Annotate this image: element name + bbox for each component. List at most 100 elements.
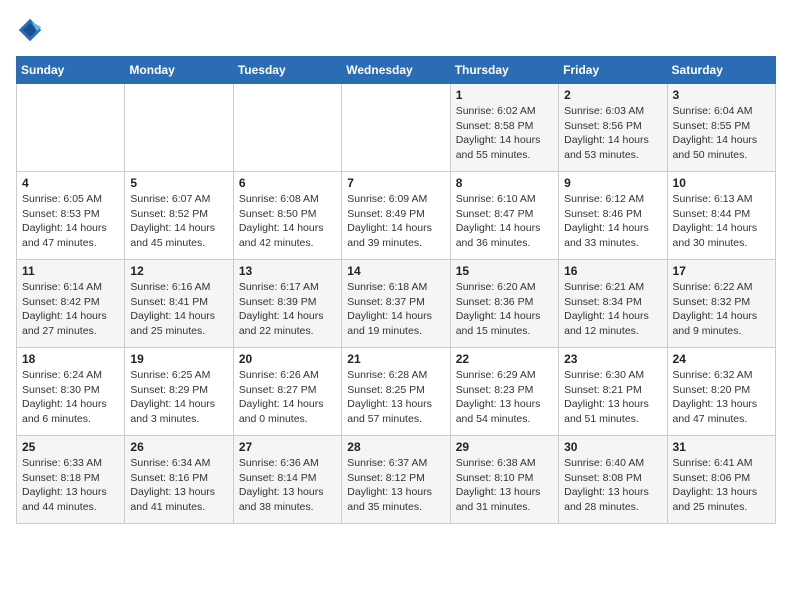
weekday-header: Tuesday [233,57,341,84]
day-number: 15 [456,264,553,278]
weekday-header: Friday [559,57,667,84]
calendar-cell: 18 Sunrise: 6:24 AM Sunset: 8:30 PM Dayli… [17,348,125,436]
day-info: Sunrise: 6:09 AM Sunset: 8:49 PM Dayligh… [347,192,444,251]
day-info: Sunrise: 6:16 AM Sunset: 8:41 PM Dayligh… [130,280,227,339]
calendar-cell: 9Sunrise: 6:12 AM Sunset: 8:46 PM Daylig… [559,172,667,260]
calendar-cell: 5 Sunrise: 6:07 AM Sunset: 8:52 PM Daylig… [125,172,233,260]
day-number: 2 [564,88,661,102]
day-number: 26 [130,440,227,454]
weekday-header: Saturday [667,57,775,84]
day-number: 30 [564,440,661,454]
day-info: Sunrise: 6:14 AM Sunset: 8:42 PM Dayligh… [22,280,119,339]
header [16,16,776,44]
calendar-body: 1 Sunrise: 6:02 AM Sunset: 8:58 PM Daylig… [17,84,776,524]
day-number: 28 [347,440,444,454]
calendar-cell: 22 Sunrise: 6:29 AM Sunset: 8:23 PM Dayli… [450,348,558,436]
calendar-cell: 6Sunrise: 6:08 AM Sunset: 8:50 PM Daylig… [233,172,341,260]
weekday-header: Sunday [17,57,125,84]
calendar-cell [233,84,341,172]
calendar-cell: 24Sunrise: 6:32 AM Sunset: 8:20 PM Dayli… [667,348,775,436]
calendar-week-row: 1 Sunrise: 6:02 AM Sunset: 8:58 PM Daylig… [17,84,776,172]
day-info: Sunrise: 6:20 AM Sunset: 8:36 PM Dayligh… [456,280,553,339]
day-info: Sunrise: 6:17 AM Sunset: 8:39 PM Dayligh… [239,280,336,339]
calendar-cell: 16 Sunrise: 6:21 AM Sunset: 8:34 PM Dayli… [559,260,667,348]
day-number: 6 [239,176,336,190]
calendar-week-row: 4Sunrise: 6:05 AM Sunset: 8:53 PM Daylig… [17,172,776,260]
calendar-cell: 7 Sunrise: 6:09 AM Sunset: 8:49 PM Daylig… [342,172,450,260]
day-info: Sunrise: 6:30 AM Sunset: 8:21 PM Dayligh… [564,368,661,427]
day-number: 11 [22,264,119,278]
day-number: 22 [456,352,553,366]
calendar-cell [17,84,125,172]
calendar-cell [125,84,233,172]
calendar-cell: 23 Sunrise: 6:30 AM Sunset: 8:21 PM Dayli… [559,348,667,436]
day-info: Sunrise: 6:29 AM Sunset: 8:23 PM Dayligh… [456,368,553,427]
day-number: 3 [673,88,770,102]
day-number: 23 [564,352,661,366]
calendar-cell: 20Sunrise: 6:26 AM Sunset: 8:27 PM Dayli… [233,348,341,436]
calendar-table: SundayMondayTuesdayWednesdayThursdayFrid… [16,56,776,524]
day-number: 7 [347,176,444,190]
day-info: Sunrise: 6:37 AM Sunset: 8:12 PM Dayligh… [347,456,444,515]
day-info: Sunrise: 6:02 AM Sunset: 8:58 PM Dayligh… [456,104,553,163]
day-number: 1 [456,88,553,102]
day-number: 13 [239,264,336,278]
day-info: Sunrise: 6:05 AM Sunset: 8:53 PM Dayligh… [22,192,119,251]
day-number: 21 [347,352,444,366]
day-number: 29 [456,440,553,454]
weekday-header: Monday [125,57,233,84]
calendar-cell: 14Sunrise: 6:18 AM Sunset: 8:37 PM Dayli… [342,260,450,348]
calendar-cell: 1 Sunrise: 6:02 AM Sunset: 8:58 PM Daylig… [450,84,558,172]
day-info: Sunrise: 6:12 AM Sunset: 8:46 PM Dayligh… [564,192,661,251]
day-info: Sunrise: 6:41 AM Sunset: 8:06 PM Dayligh… [673,456,770,515]
calendar-cell: 27Sunrise: 6:36 AM Sunset: 8:14 PM Dayli… [233,436,341,524]
weekday-header: Wednesday [342,57,450,84]
day-info: Sunrise: 6:22 AM Sunset: 8:32 PM Dayligh… [673,280,770,339]
day-number: 5 [130,176,227,190]
weekday-header: Thursday [450,57,558,84]
day-info: Sunrise: 6:13 AM Sunset: 8:44 PM Dayligh… [673,192,770,251]
calendar-cell: 12 Sunrise: 6:16 AM Sunset: 8:41 PM Dayli… [125,260,233,348]
day-info: Sunrise: 6:24 AM Sunset: 8:30 PM Dayligh… [22,368,119,427]
day-info: Sunrise: 6:26 AM Sunset: 8:27 PM Dayligh… [239,368,336,427]
day-info: Sunrise: 6:34 AM Sunset: 8:16 PM Dayligh… [130,456,227,515]
day-number: 18 [22,352,119,366]
calendar-week-row: 18 Sunrise: 6:24 AM Sunset: 8:30 PM Dayli… [17,348,776,436]
calendar-cell: 11 Sunrise: 6:14 AM Sunset: 8:42 PM Dayli… [17,260,125,348]
day-info: Sunrise: 6:07 AM Sunset: 8:52 PM Dayligh… [130,192,227,251]
calendar-week-row: 11 Sunrise: 6:14 AM Sunset: 8:42 PM Dayli… [17,260,776,348]
calendar-week-row: 25 Sunrise: 6:33 AM Sunset: 8:18 PM Dayli… [17,436,776,524]
day-number: 25 [22,440,119,454]
logo-icon [16,16,44,44]
day-info: Sunrise: 6:21 AM Sunset: 8:34 PM Dayligh… [564,280,661,339]
calendar-cell [342,84,450,172]
day-info: Sunrise: 6:18 AM Sunset: 8:37 PM Dayligh… [347,280,444,339]
calendar-cell: 15 Sunrise: 6:20 AM Sunset: 8:36 PM Dayli… [450,260,558,348]
day-info: Sunrise: 6:04 AM Sunset: 8:55 PM Dayligh… [673,104,770,163]
calendar-cell: 4Sunrise: 6:05 AM Sunset: 8:53 PM Daylig… [17,172,125,260]
calendar-cell: 30 Sunrise: 6:40 AM Sunset: 8:08 PM Dayli… [559,436,667,524]
calendar-cell: 19Sunrise: 6:25 AM Sunset: 8:29 PM Dayli… [125,348,233,436]
calendar-cell: 21 Sunrise: 6:28 AM Sunset: 8:25 PM Dayli… [342,348,450,436]
day-info: Sunrise: 6:03 AM Sunset: 8:56 PM Dayligh… [564,104,661,163]
calendar-cell: 29 Sunrise: 6:38 AM Sunset: 8:10 PM Dayli… [450,436,558,524]
calendar-cell: 25 Sunrise: 6:33 AM Sunset: 8:18 PM Dayli… [17,436,125,524]
weekday-header-row: SundayMondayTuesdayWednesdayThursdayFrid… [17,57,776,84]
calendar-cell: 26 Sunrise: 6:34 AM Sunset: 8:16 PM Dayli… [125,436,233,524]
day-info: Sunrise: 6:10 AM Sunset: 8:47 PM Dayligh… [456,192,553,251]
calendar-cell: 3 Sunrise: 6:04 AM Sunset: 8:55 PM Daylig… [667,84,775,172]
day-info: Sunrise: 6:33 AM Sunset: 8:18 PM Dayligh… [22,456,119,515]
day-number: 8 [456,176,553,190]
day-info: Sunrise: 6:40 AM Sunset: 8:08 PM Dayligh… [564,456,661,515]
day-number: 17 [673,264,770,278]
day-number: 12 [130,264,227,278]
day-info: Sunrise: 6:36 AM Sunset: 8:14 PM Dayligh… [239,456,336,515]
calendar-cell: 2 Sunrise: 6:03 AM Sunset: 8:56 PM Daylig… [559,84,667,172]
day-number: 31 [673,440,770,454]
day-number: 19 [130,352,227,366]
day-info: Sunrise: 6:38 AM Sunset: 8:10 PM Dayligh… [456,456,553,515]
day-info: Sunrise: 6:28 AM Sunset: 8:25 PM Dayligh… [347,368,444,427]
calendar-cell: 17 Sunrise: 6:22 AM Sunset: 8:32 PM Dayli… [667,260,775,348]
calendar-cell: 28 Sunrise: 6:37 AM Sunset: 8:12 PM Dayli… [342,436,450,524]
day-number: 16 [564,264,661,278]
